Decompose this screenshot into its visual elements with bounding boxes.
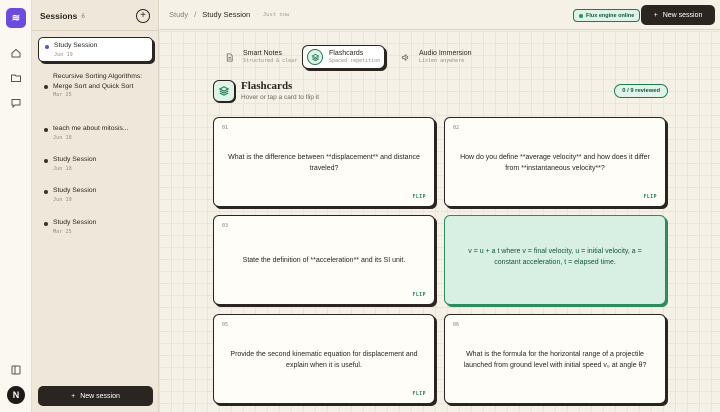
plus-icon: + — [653, 11, 658, 19]
tab-label: Flashcards — [329, 50, 364, 57]
engine-status-badge: Flux engine online — [573, 9, 641, 22]
sidebar-toggle-icon[interactable] — [9, 363, 23, 377]
session-dot — [44, 190, 48, 194]
engine-status-text: Flux engine online — [586, 12, 635, 19]
card-number: 01 — [222, 125, 229, 131]
flip-label: FLIP — [412, 195, 426, 200]
sessions-count: 6 — [81, 12, 85, 20]
session-name: Study Session — [53, 156, 97, 163]
session-date: Jun 19 — [53, 196, 72, 203]
page-subtitle: Hover or tap a card to flip it — [241, 94, 320, 101]
session-item[interactable]: teach me about mitosis... Jun 18 — [38, 121, 153, 144]
flashcards-header: Flashcards Hover or tap a card to flip i… — [213, 80, 668, 106]
plus-icon: + — [71, 392, 76, 400]
flashcard[interactable]: 06 What is the formula for the horizonta… — [444, 314, 666, 404]
session-name: Recursive Sorting Algorithms: Merge Sort… — [53, 73, 143, 90]
session-dot — [44, 159, 48, 163]
breadcrumb-separator: / — [194, 10, 197, 19]
tab-audio-immersion[interactable]: Audio Immersion Listen anywhere — [393, 45, 483, 69]
status-dot-icon — [579, 13, 583, 18]
new-session-button-sidebar[interactable]: + New session — [38, 386, 153, 406]
session-item[interactable]: Recursive Sorting Algorithms: Merge Sort… — [38, 69, 153, 101]
session-dot — [44, 128, 48, 132]
breadcrumb: Study / Study Session · Just now — [169, 10, 289, 19]
breadcrumb-time: · Just now — [256, 11, 290, 18]
home-icon[interactable] — [9, 46, 23, 60]
tab-smart-notes[interactable]: Smart Notes Structured & clear — [217, 45, 299, 69]
tab-flashcards[interactable]: Flashcards Spaced repetition — [302, 45, 385, 69]
session-date: Jun 19 — [54, 51, 73, 58]
session-item[interactable]: Study Session Jun 19 — [38, 37, 153, 62]
flashcard[interactable]: 01 What is the difference between **disp… — [213, 117, 435, 207]
left-rail: ≋ N — [0, 0, 32, 412]
new-session-button[interactable]: + New session — [641, 5, 715, 25]
divider — [32, 30, 159, 31]
tab-sublabel: Listen anywhere — [419, 58, 465, 64]
card-text: How do you define **average velocity** a… — [460, 153, 650, 173]
card-number: 06 — [453, 322, 460, 328]
card-text: Provide the second kinematic equation fo… — [230, 350, 418, 370]
top-header: Study / Study Session · Just now Flux en… — [159, 0, 720, 30]
layers-icon — [307, 49, 323, 65]
session-name: Study Session — [54, 42, 98, 49]
app-logo[interactable]: ≋ — [6, 8, 26, 28]
session-item[interactable]: Study Session Jun 19 — [38, 183, 153, 206]
session-item[interactable]: Study Session Jun 18 — [38, 152, 153, 175]
flashcard-flipped[interactable]: v = u + a t where v = final velocity, u … — [444, 215, 666, 305]
flashcard[interactable]: 02 How do you define **average velocity*… — [444, 117, 666, 207]
main-content: Smart Notes Structured & clear Flashcard… — [159, 31, 720, 412]
breadcrumb-current: Study Session — [202, 10, 251, 19]
add-session-icon[interactable]: + — [136, 9, 150, 23]
session-date: Jun 18 — [53, 134, 72, 141]
card-number: 03 — [222, 223, 229, 229]
session-name: teach me about mitosis... — [53, 125, 129, 132]
session-date: Jun 18 — [53, 165, 72, 172]
session-dot — [44, 222, 48, 226]
reviewed-badge: 0 / 9 reviewed — [614, 84, 668, 98]
tab-label: Audio Immersion — [419, 50, 472, 57]
session-item[interactable]: Study Session Mar 25 — [38, 215, 153, 238]
tab-sublabel: Spaced repetition — [329, 58, 381, 64]
session-name: Study Session — [53, 219, 97, 226]
breadcrumb-root[interactable]: Study — [169, 10, 188, 19]
speaker-icon — [397, 49, 413, 65]
layers-icon — [213, 80, 235, 102]
flip-label: FLIP — [412, 392, 426, 397]
card-text: What is the formula for the horizontal r… — [463, 350, 647, 370]
tab-label: Smart Notes — [243, 50, 282, 57]
flashcard[interactable]: 05 Provide the second kinematic equation… — [213, 314, 435, 404]
session-name: Study Session — [53, 187, 97, 194]
new-session-label: New session — [80, 392, 120, 400]
card-text: What is the difference between **displac… — [228, 153, 420, 173]
page-title: Flashcards — [241, 80, 293, 92]
sessions-title: Sessions — [40, 11, 78, 21]
session-date: Mar 25 — [53, 228, 72, 235]
sessions-header: Sessions 6 + — [40, 9, 152, 23]
flashcard[interactable]: 03 State the definition of **acceleratio… — [213, 215, 435, 305]
card-text: State the definition of **acceleration**… — [242, 257, 406, 265]
chat-icon[interactable] — [9, 96, 23, 110]
session-dot — [44, 85, 48, 89]
flip-label: FLIP — [412, 293, 426, 298]
sessions-panel: Sessions 6 + Study Session Jun 19 Recurs… — [32, 0, 159, 412]
session-date: Mar 25 — [53, 92, 72, 98]
flip-label: FLIP — [643, 195, 657, 200]
new-session-label: New session — [662, 11, 703, 19]
tab-sublabel: Structured & clear — [243, 58, 298, 64]
avatar[interactable]: N — [7, 386, 25, 404]
card-answer-text: v = u + a t where v = final velocity, u … — [468, 247, 642, 267]
card-number: 05 — [222, 322, 229, 328]
document-icon — [221, 49, 237, 65]
session-dot — [45, 45, 49, 49]
folder-icon[interactable] — [9, 71, 23, 85]
card-number: 02 — [453, 125, 460, 131]
